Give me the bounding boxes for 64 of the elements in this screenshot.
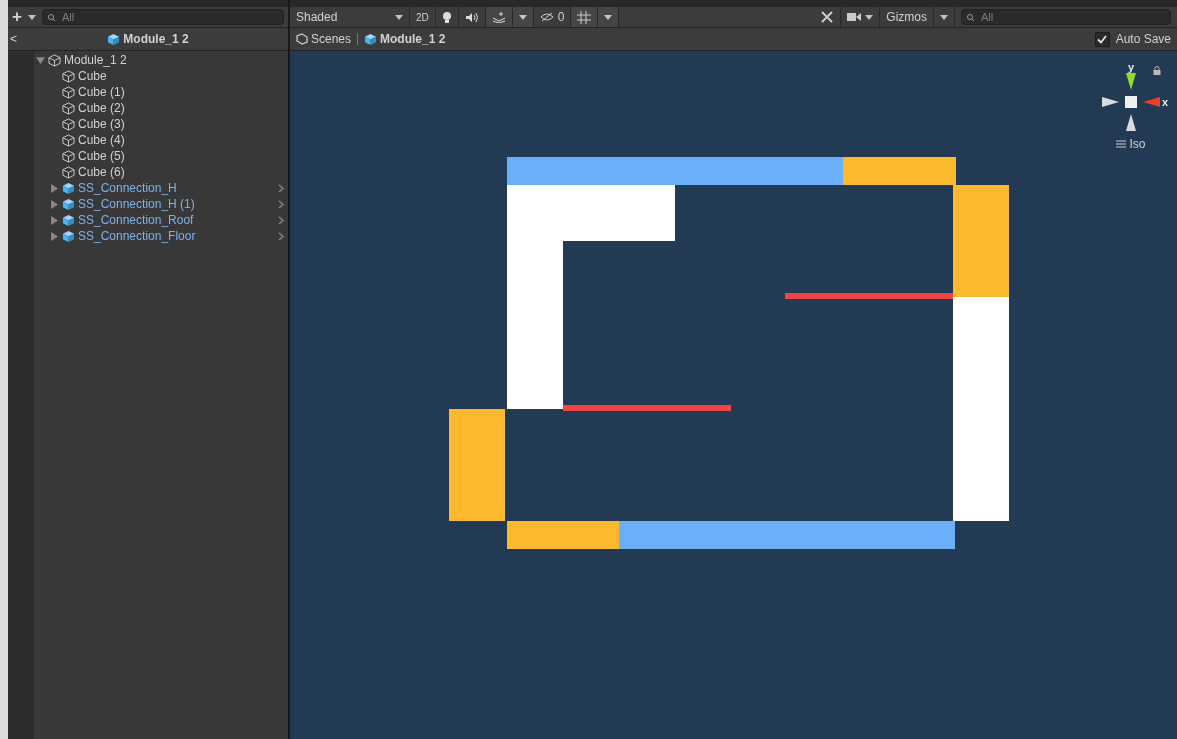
cube-outline-icon [62,149,75,163]
tree-item[interactable]: Module_1 2 [64,53,284,67]
lock-icon[interactable] [1153,66,1161,75]
cube-icon [62,229,75,243]
caret-icon[interactable] [395,14,403,20]
caret-icon[interactable] [27,14,36,20]
tree-item[interactable]: SS_Connection_Roof [78,213,275,227]
add-button[interactable]: + [12,7,22,27]
search-icon [46,13,57,22]
auto-save-label: Auto Save [1115,32,1171,46]
cube-outline-icon [62,69,75,83]
tree-item[interactable]: SS_Connection_H (1) [78,197,275,211]
tree-item[interactable]: Cube (2) [78,101,284,115]
caret-icon[interactable] [604,14,613,20]
caret-icon[interactable] [518,14,527,20]
cube-outline-icon [62,133,75,147]
search-field[interactable]: All [41,9,284,25]
cube-icon [62,181,75,195]
cube-outline-icon [62,85,75,99]
tree-item[interactable]: Cube [78,69,284,83]
search-icon [966,13,976,22]
grid-icon [577,10,592,24]
grid-button[interactable] [571,7,599,27]
tree-item[interactable]: Cube (4) [78,133,284,147]
cube-outline-icon [48,53,61,67]
speaker-icon [464,11,479,23]
projection-toggle[interactable]: Iso [1116,137,1146,151]
cube-icon [364,32,378,46]
caret-icon[interactable] [865,14,874,20]
effects-button[interactable] [485,7,513,27]
camera-icon [847,12,862,22]
light-bulb-icon [441,10,452,24]
back-button[interactable]: < [10,32,17,46]
orientation-gizmo-drawing[interactable] [1102,73,1160,131]
caret-icon[interactable] [940,14,948,20]
cube-outline-icon [62,101,75,115]
tree-item[interactable]: Cube (5) [78,149,284,163]
auto-save-checkbox[interactable] [1094,31,1110,47]
cube-icon [62,197,75,211]
effects-menu-button[interactable] [512,7,534,27]
prefab-title: Module_1 2 [123,32,189,46]
x-axis-label: x [1161,96,1168,108]
cube-outline-icon [62,165,75,179]
scene-viewport[interactable]: y x Iso [290,51,1177,739]
cube-outline-icon [62,117,75,131]
tree-item[interactable]: Cube (6) [78,165,284,179]
checkmark-icon [1097,34,1108,44]
tree-item[interactable]: SS_Connection_H [78,181,275,195]
tree-item[interactable]: SS_Connection_Floor [78,229,275,243]
cube-icon [107,32,121,46]
unity-logo-icon [296,33,308,45]
tools-icon [820,10,835,24]
breadcrumb-item[interactable]: Module_1 2 [364,32,446,46]
menu-icon [1116,140,1127,148]
breadcrumb-item[interactable]: Scenes [296,32,352,46]
scene-search-field[interactable]: All [961,9,1171,25]
grid-menu-button[interactable] [598,7,620,27]
expanded-arrow-icon[interactable] [36,55,45,65]
y-axis-label: y [1127,61,1135,73]
hidden-eye-icon [539,12,554,22]
layers-icon [491,11,506,23]
tree-item[interactable]: Cube (3) [78,117,284,131]
tree-item[interactable]: Cube (1) [78,85,284,99]
cube-icon [62,213,75,227]
